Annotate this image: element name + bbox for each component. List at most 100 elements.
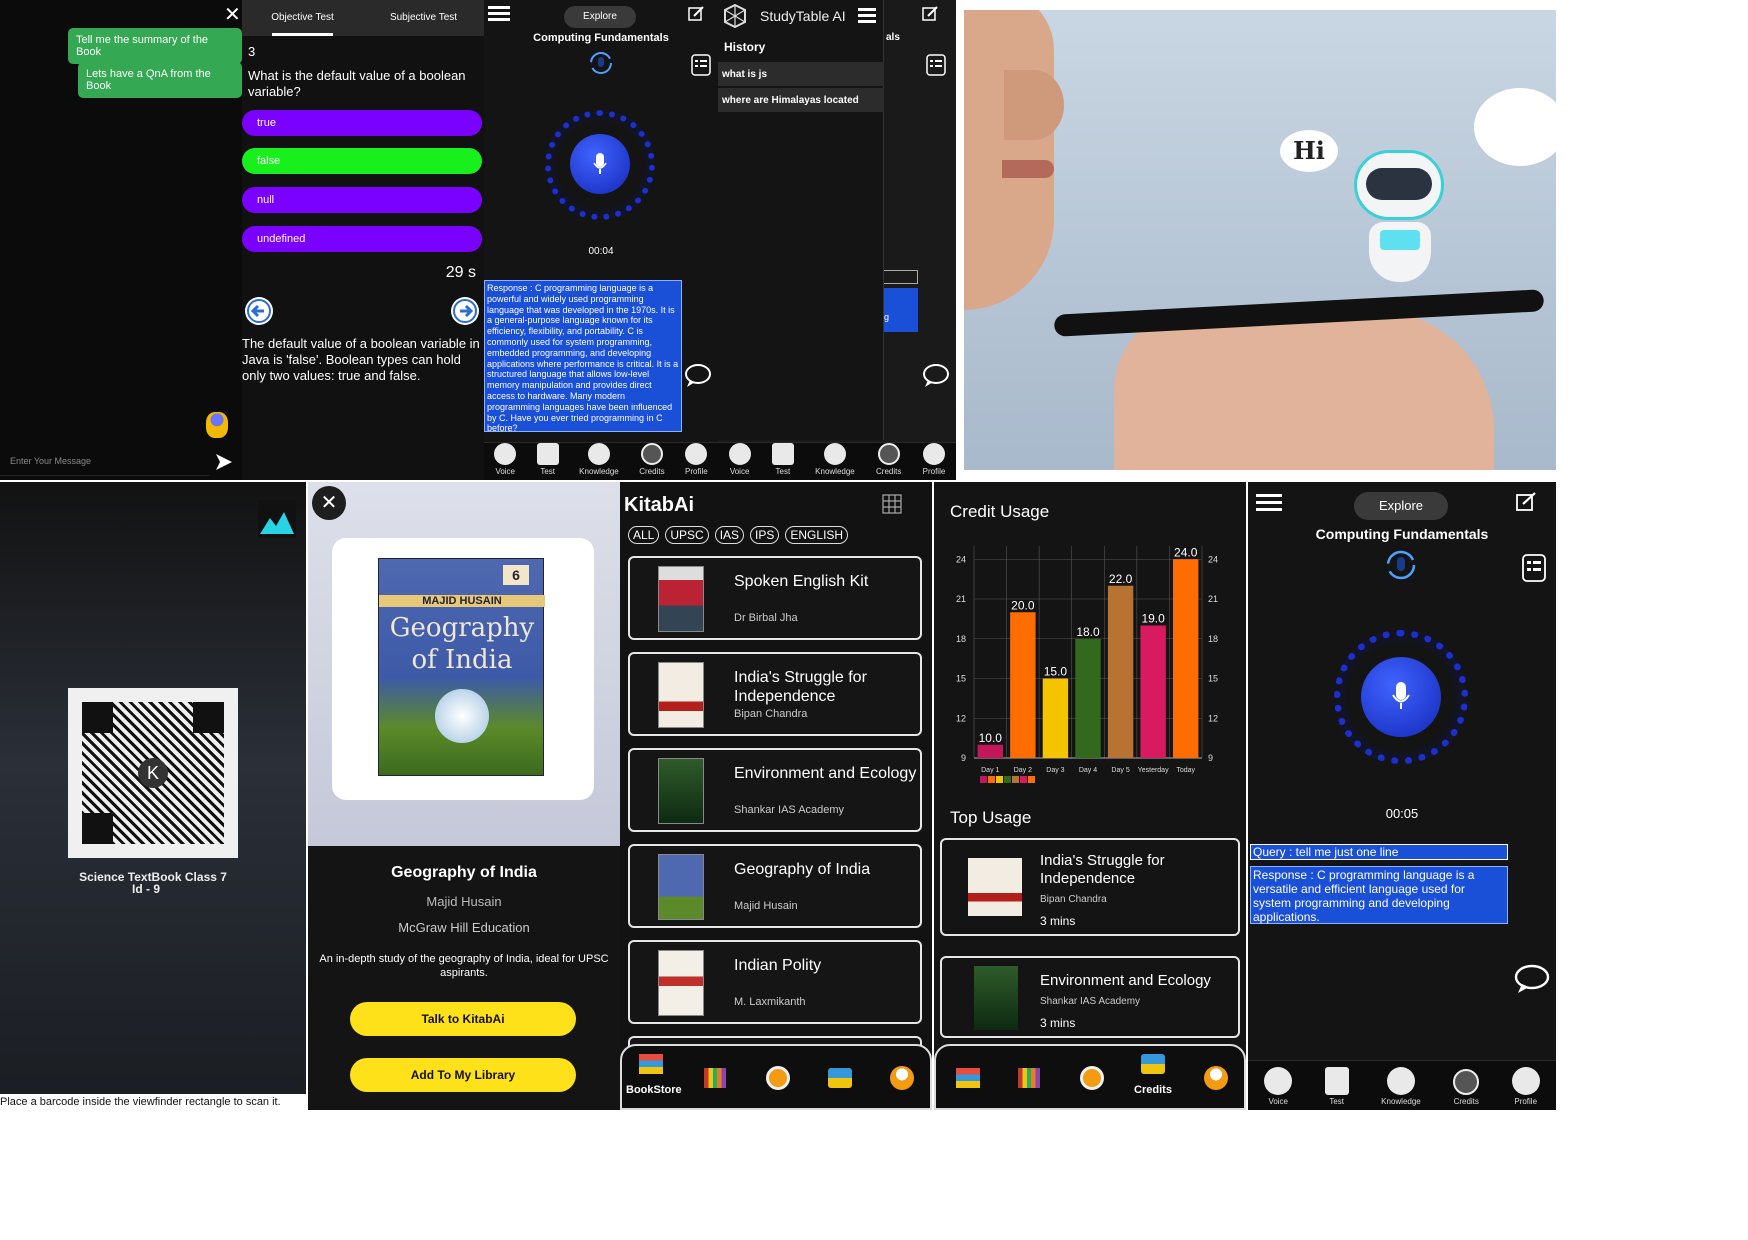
speech-bubble-empty	[1474, 88, 1556, 166]
message-placeholder: Enter Your Message	[10, 456, 92, 466]
nav-credits[interactable]: Credits	[1128, 1054, 1178, 1098]
nav-credits[interactable]: Credits	[876, 443, 901, 480]
history-item[interactable]: where are Himalayas located	[718, 88, 884, 112]
tab-subjective[interactable]: Subjective Test	[363, 0, 484, 36]
talk-to-kitabai-button[interactable]: Talk to KitabAi	[350, 1002, 576, 1036]
explore-button[interactable]: Explore	[564, 6, 636, 28]
nav-knowledge[interactable]: Knowledge	[579, 443, 619, 480]
nav-profile[interactable]: Profile	[685, 443, 708, 480]
credits-panel: Credit Usage 9 9 12 12 15 15 18 18 21 21 24 24 10.0 D…	[934, 482, 1246, 1110]
send-icon[interactable]	[214, 452, 234, 472]
filter-chip[interactable]: IPS	[750, 526, 780, 544]
book-card[interactable]: India's Struggle for Independence Bipan …	[628, 652, 922, 736]
scanner-panel: K Science TextBook Class 7 Id - 9 Place …	[0, 482, 306, 1110]
edit-icon[interactable]	[1516, 492, 1536, 512]
book-card-author: Bipan Chandra	[734, 708, 808, 720]
grid-icon[interactable]	[882, 494, 902, 514]
book-card[interactable]: Indian Polity M. Laxmikanth	[628, 940, 922, 1024]
option-false[interactable]: false	[242, 148, 482, 174]
edit-icon[interactable]	[922, 6, 938, 22]
x-tick-label: Day 1	[981, 767, 999, 774]
nav-test[interactable]: Test	[771, 443, 794, 480]
speech-bubble-hi: Hi	[1280, 130, 1338, 172]
profile-avatar-icon[interactable]	[890, 1066, 914, 1090]
mic-button[interactable]	[1361, 657, 1441, 737]
user-icon	[922, 443, 945, 465]
book-card[interactable]: Geography of India Majid Husain	[628, 844, 922, 928]
credits-icon[interactable]	[828, 1068, 852, 1088]
nav-bookstore[interactable]: BookStore	[626, 1054, 682, 1098]
refresh-mic-icon[interactable]	[1384, 548, 1418, 582]
nav-test[interactable]: Test	[1324, 1067, 1349, 1110]
suggestion-chip[interactable]: Tell me the summary of the Book	[68, 28, 242, 64]
hero-illustration: Hi	[964, 10, 1556, 470]
option-null[interactable]: null	[242, 187, 482, 213]
data-label: 24.0	[1174, 545, 1198, 559]
mic-button[interactable]	[570, 134, 630, 194]
option-true[interactable]: true	[242, 110, 482, 136]
menu-icon[interactable]	[1256, 494, 1282, 512]
nav-credits[interactable]: Credits	[639, 443, 665, 480]
books-stack-icon[interactable]	[956, 1068, 980, 1088]
notes-icon[interactable]	[1522, 554, 1546, 582]
compass-icon[interactable]	[1080, 1066, 1104, 1090]
nav-voice[interactable]: Voice	[1264, 1067, 1293, 1110]
suggestion-chip[interactable]: Lets have a QnA from the Book	[78, 62, 242, 98]
chat-bubble-icon[interactable]	[684, 364, 712, 388]
user-icon	[685, 443, 708, 465]
book-card[interactable]: Environment and Ecology Shankar IAS Acad…	[628, 748, 922, 832]
kitabai-logo-icon	[258, 500, 296, 538]
add-to-library-button[interactable]: Add To My Library	[350, 1058, 576, 1092]
option-undefined[interactable]: undefined	[242, 226, 482, 252]
data-label: 22.0	[1109, 572, 1133, 586]
scan-id: Id - 9	[131, 882, 160, 896]
book-cover-thumb	[658, 950, 704, 1016]
book-publisher: McGraw Hill Education	[398, 920, 530, 935]
brain-icon	[1386, 1067, 1415, 1095]
response-box: Response : C programming language is a p…	[484, 280, 682, 432]
chat-bubble-icon[interactable]	[1514, 964, 1550, 994]
nav-voice[interactable]: Voice	[494, 443, 517, 480]
nav-test[interactable]: Test	[536, 443, 559, 480]
top-usage-card[interactable]: Environment and Ecology Shankar IAS Acad…	[940, 956, 1240, 1038]
filter-chip[interactable]: UPSC	[665, 526, 709, 544]
profile-avatar-icon[interactable]	[1204, 1066, 1228, 1090]
menu-icon[interactable]	[488, 6, 510, 22]
tab-objective[interactable]: Objective Test	[242, 0, 363, 36]
y-tick-label-left: 9	[961, 753, 966, 763]
credits-icon	[1141, 1054, 1165, 1074]
nav-profile[interactable]: Profile	[1511, 1067, 1540, 1110]
nav-knowledge[interactable]: Knowledge	[815, 443, 855, 480]
data-label: 18.0	[1076, 625, 1100, 639]
notes-icon[interactable]	[691, 54, 711, 76]
filter-chip[interactable]: IAS	[714, 526, 745, 544]
nav-credits[interactable]: Credits	[1453, 1069, 1480, 1110]
legend-swatch	[1020, 776, 1027, 783]
close-button[interactable]: ✕	[312, 486, 346, 520]
library-icon[interactable]	[704, 1068, 726, 1088]
library-icon[interactable]	[1018, 1068, 1040, 1088]
edit-icon[interactable]	[688, 6, 704, 22]
menu-icon[interactable]	[858, 8, 876, 24]
question-text: What is the default value of a boolean v…	[248, 68, 466, 99]
arrow-left-icon[interactable]	[244, 296, 274, 326]
nav-profile[interactable]: Profile	[922, 443, 945, 480]
message-input[interactable]: Enter Your Message	[0, 448, 210, 476]
query-box: Query : tell me just one line	[1250, 844, 1508, 860]
filter-chip[interactable]: ENGLISH	[785, 526, 849, 544]
notes-icon[interactable]	[926, 54, 946, 76]
history-item[interactable]: what is js	[718, 62, 884, 86]
filter-row: ALL UPSC IAS IPS ENGLISH	[628, 526, 849, 544]
arrow-right-icon[interactable]	[450, 296, 480, 326]
explore-button[interactable]: Explore	[1354, 492, 1448, 520]
close-icon[interactable]: ✕	[224, 2, 241, 27]
filter-chip[interactable]: ALL	[628, 526, 660, 544]
chat-bubble-icon[interactable]	[922, 364, 950, 388]
speech-bubble-text: Hi	[1293, 136, 1325, 165]
compass-icon[interactable]	[766, 1066, 790, 1090]
refresh-mic-icon[interactable]	[588, 50, 614, 76]
book-card[interactable]: Spoken English Kit Dr Birbal Jha	[628, 556, 922, 640]
nav-knowledge[interactable]: Knowledge	[1381, 1067, 1421, 1110]
nav-voice[interactable]: Voice	[728, 443, 751, 480]
top-usage-card[interactable]: India's Struggle for Independence Bipan …	[940, 838, 1240, 936]
